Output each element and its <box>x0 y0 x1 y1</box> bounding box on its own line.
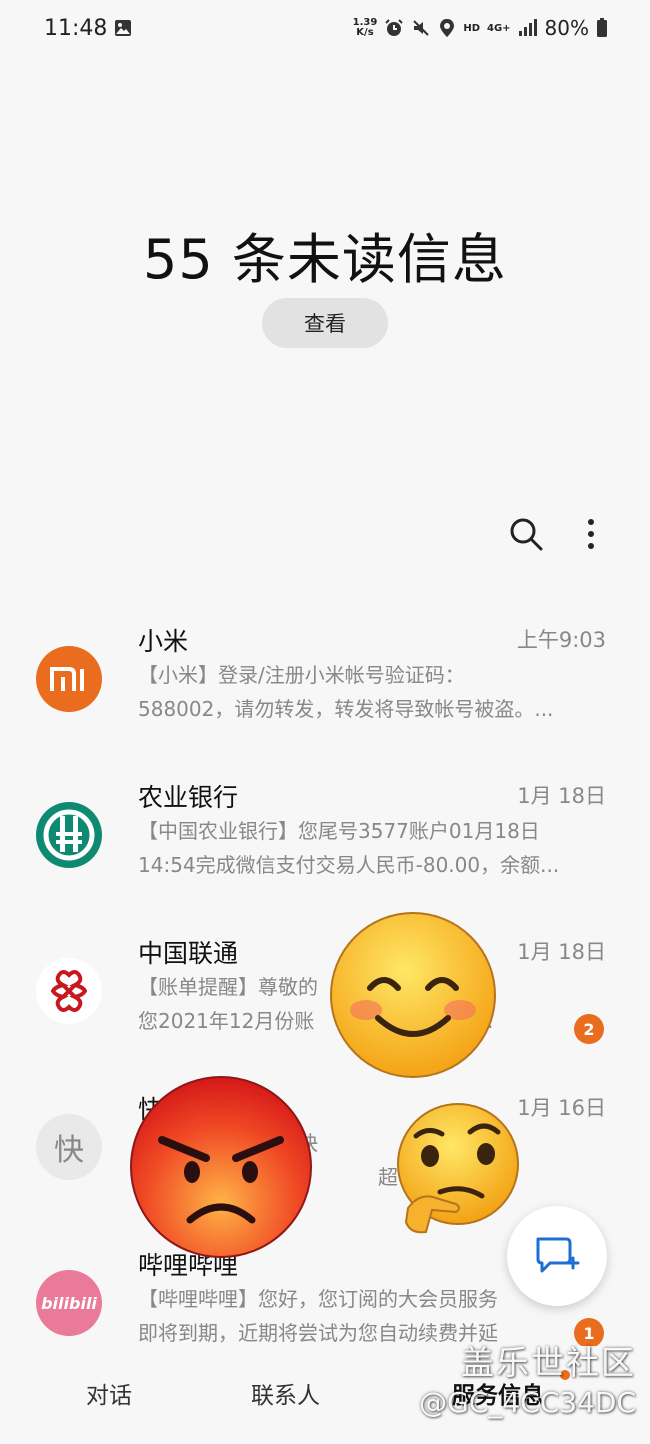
watermark-handle: @GC_4CC34DC <box>419 1386 636 1419</box>
conversation-item[interactable]: 中国联通 1月 18日 【账单提醒】尊敬的 用户， 您2021年12月份账 中赠… <box>0 934 650 1084</box>
china-unicom-logo-icon <box>50 970 88 1012</box>
net-speed: 1.39 K/s <box>353 18 378 38</box>
net-speed-unit: K/s <box>356 27 374 38</box>
unread-title: 55 条未读信息 <box>143 228 507 291</box>
conversation-time: 1月 18日 <box>517 784 606 808</box>
avatar-xiaomi <box>36 646 102 712</box>
abc-bank-logo-icon <box>43 809 95 861</box>
status-icons: 1.39 K/s HD 4G+ 80% <box>353 14 608 42</box>
tab-conversations[interactable]: 对话 <box>86 1376 132 1410</box>
smiling-face-emoji <box>330 912 496 1078</box>
status-bar: 11:48 1.39 K/s HD 4G+ 80% <box>0 0 650 58</box>
bilibili-logo: bilibili <box>41 1293 97 1313</box>
conversation-name: 农业银行 <box>138 783 239 812</box>
unread-badge: 2 <box>574 1014 604 1044</box>
more-vertical-icon[interactable] <box>578 516 604 552</box>
avatar-abc-bank <box>36 802 102 868</box>
preview-line: 14:54完成微信支付交易人民币-80.00，余额... <box>138 853 560 877</box>
gallery-icon <box>115 20 131 36</box>
unread-summary: 55 条未读信息 <box>0 215 650 294</box>
angry-face-emoji <box>130 1076 312 1258</box>
conversation-name: 中国联通 <box>138 939 239 968</box>
conversation-item[interactable]: 农业银行 1月 18日 【中国农业银行】您尾号3577账户01月18日 14:5… <box>0 778 650 928</box>
tab-contacts[interactable]: 联系人 <box>251 1376 320 1410</box>
avatar-express: 快 <box>36 1114 102 1180</box>
preview-line: 【小米】登录/注册小米帐号验证码： <box>138 663 465 687</box>
battery-icon <box>597 18 607 37</box>
hd-label: HD <box>463 22 480 34</box>
thinking-face-emoji <box>397 1103 519 1234</box>
conversation-preview: 【中国农业银行】您尾号3577账户01月18日 14:54完成微信支付交易人民币… <box>138 814 598 882</box>
search-icon[interactable] <box>506 514 546 554</box>
conversation-name: 小米 <box>138 627 189 656</box>
watermark-title: 盖乐世社区 <box>461 1343 636 1382</box>
battery-percent: 80% <box>544 16 589 40</box>
avatar-china-unicom <box>36 958 102 1024</box>
new-message-icon <box>536 1237 580 1273</box>
xiaomi-logo-icon <box>50 667 84 691</box>
preview-line: 【中国农业银行】您尾号3577账户01月18日 <box>138 819 540 843</box>
location-icon <box>440 19 455 37</box>
conversation-time: 上午9:03 <box>516 628 606 652</box>
avatar-letter: 快 <box>54 1133 84 1168</box>
conversation-time: 1月 18日 <box>517 940 606 964</box>
signal-icon <box>518 19 537 36</box>
alarm-icon <box>385 19 404 36</box>
conversation-item[interactable]: 小米 上午9:03 【小米】登录/注册小米帐号验证码： 588002，请勿转发，… <box>0 622 650 772</box>
network-label: 4G+ <box>487 22 511 34</box>
view-button[interactable]: 查看 <box>262 298 388 348</box>
status-time: 11:48 <box>44 16 108 41</box>
compose-message-button[interactable] <box>507 1206 607 1306</box>
preview-line: 588002，请勿转发，转发将导致帐号被盗。... <box>138 697 554 721</box>
mute-icon <box>413 20 430 36</box>
avatar-bilibili: bilibili <box>36 1270 102 1336</box>
conversation-preview: 【小米】登录/注册小米帐号验证码： 588002，请勿转发，转发将导致帐号被盗。… <box>138 658 598 726</box>
conversation-time: 1月 16日 <box>517 1096 606 1120</box>
